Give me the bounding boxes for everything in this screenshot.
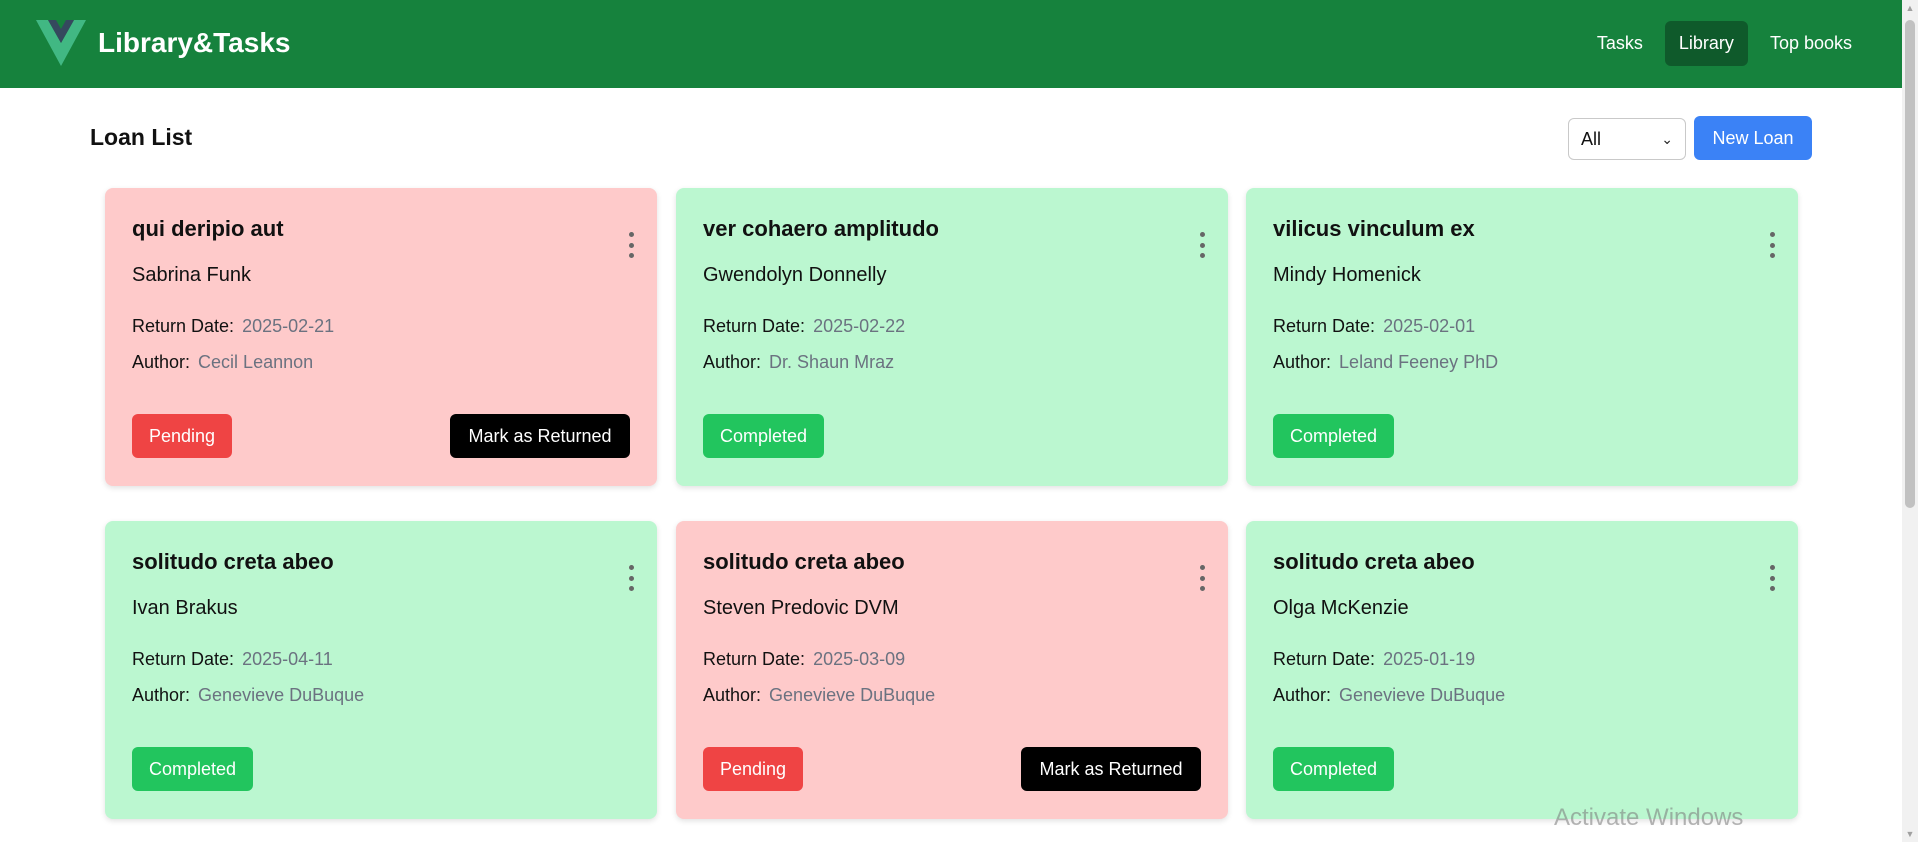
more-options-icon[interactable] (627, 565, 635, 591)
return-date-value: 2025-02-21 (242, 316, 335, 336)
loan-title: solitudo creta abeo (132, 549, 334, 574)
return-date-row: Return Date: 2025-03-09 (703, 649, 905, 670)
return-date-label: Return Date: (703, 316, 806, 336)
return-date-row: Return Date: 2025-04-11 (132, 649, 333, 670)
return-date-row: Return Date: 2025-02-01 (1273, 316, 1475, 337)
activate-windows-watermark: Activate Windows (1554, 804, 1744, 831)
loan-borrower: Steven Predovic DVM (703, 597, 899, 619)
top-navbar: Library&Tasks Tasks Library Top books (0, 0, 1902, 88)
return-date-label: Return Date: (132, 316, 235, 336)
author-label: Author: (703, 685, 762, 705)
new-loan-button[interactable]: New Loan (1694, 116, 1812, 160)
return-date-label: Return Date: (132, 649, 235, 669)
mark-returned-button[interactable]: Mark as Returned (450, 414, 630, 458)
loan-borrower: Olga McKenzie (1273, 597, 1409, 619)
author-value: Cecil Leannon (198, 352, 314, 372)
loan-card: vilicus vinculum ex Mindy Homenick Retur… (1246, 188, 1798, 486)
nav-links: Tasks Library Top books (1583, 21, 1866, 66)
loan-borrower: Sabrina Funk (132, 264, 251, 286)
author-row: Author: Genevieve DuBuque (1273, 685, 1505, 706)
status-badge: Completed (703, 414, 825, 458)
status-filter-select[interactable]: All ⌄ (1568, 118, 1686, 160)
status-badge: Completed (1273, 747, 1395, 791)
page-title: Loan List (90, 124, 193, 150)
author-label: Author: (1273, 685, 1332, 705)
loan-card: ver cohaero amplitudo Gwendolyn Donnelly… (676, 188, 1228, 486)
return-date-row: Return Date: 2025-02-21 (132, 316, 334, 337)
loan-title: solitudo creta abeo (703, 549, 905, 574)
more-options-icon[interactable] (1198, 565, 1206, 591)
return-date-value: 2025-02-22 (813, 316, 906, 336)
nav-tasks[interactable]: Tasks (1583, 21, 1657, 66)
author-value: Leland Feeney PhD (1339, 352, 1499, 372)
vue-logo-icon (36, 20, 86, 66)
return-date-value: 2025-04-11 (242, 649, 333, 669)
author-row: Author: Genevieve DuBuque (132, 685, 364, 706)
loan-card: solitudo creta abeo Ivan Brakus Return D… (105, 521, 657, 819)
loan-borrower: Gwendolyn Donnelly (703, 264, 887, 286)
filter-value: All (1581, 128, 1602, 149)
scroll-down-arrow-icon[interactable]: ▼ (1902, 826, 1918, 842)
return-date-value: 2025-01-19 (1383, 649, 1476, 669)
loan-title: qui deripio aut (132, 216, 284, 241)
loan-card: solitudo creta abeo Steven Predovic DVM … (676, 521, 1228, 819)
return-date-label: Return Date: (1273, 316, 1376, 336)
author-label: Author: (703, 352, 762, 372)
more-options-icon[interactable] (1768, 232, 1776, 258)
author-row: Author: Dr. Shaun Mraz (703, 352, 894, 373)
status-badge: Pending (132, 414, 233, 458)
loan-title: vilicus vinculum ex (1273, 216, 1475, 241)
author-value: Genevieve DuBuque (769, 685, 936, 705)
more-options-icon[interactable] (627, 232, 635, 258)
loan-title: ver cohaero amplitudo (703, 216, 939, 241)
author-row: Author: Leland Feeney PhD (1273, 352, 1498, 373)
author-label: Author: (1273, 352, 1332, 372)
return-date-row: Return Date: 2025-01-19 (1273, 649, 1475, 670)
mark-returned-button[interactable]: Mark as Returned (1021, 747, 1201, 791)
loan-borrower: Mindy Homenick (1273, 264, 1421, 286)
loan-title: solitudo creta abeo (1273, 549, 1475, 574)
more-options-icon[interactable] (1768, 565, 1776, 591)
status-badge: Completed (132, 747, 254, 791)
author-value: Dr. Shaun Mraz (769, 352, 895, 372)
return-date-value: 2025-03-09 (813, 649, 906, 669)
brand[interactable]: Library&Tasks (36, 20, 290, 66)
loan-card: qui deripio aut Sabrina Funk Return Date… (105, 188, 657, 486)
page-header: Loan List All ⌄ New Loan (90, 116, 1812, 162)
scroll-up-arrow-icon[interactable]: ▲ (1902, 0, 1918, 16)
status-badge: Pending (703, 747, 804, 791)
status-badge: Completed (1273, 414, 1395, 458)
author-value: Genevieve DuBuque (1339, 685, 1506, 705)
brand-name: Library&Tasks (98, 27, 291, 58)
chevron-down-icon: ⌄ (1661, 130, 1673, 147)
return-date-row: Return Date: 2025-02-22 (703, 316, 905, 337)
author-row: Author: Genevieve DuBuque (703, 685, 935, 706)
nav-top-books[interactable]: Top books (1756, 21, 1866, 66)
author-row: Author: Cecil Leannon (132, 352, 313, 373)
author-value: Genevieve DuBuque (198, 685, 365, 705)
loan-borrower: Ivan Brakus (132, 597, 238, 619)
scrollbar-thumb[interactable] (1905, 20, 1915, 508)
loan-card: solitudo creta abeo Olga McKenzie Return… (1246, 521, 1798, 819)
return-date-label: Return Date: (1273, 649, 1376, 669)
return-date-value: 2025-02-01 (1383, 316, 1476, 336)
more-options-icon[interactable] (1198, 232, 1206, 258)
return-date-label: Return Date: (703, 649, 806, 669)
author-label: Author: (132, 352, 191, 372)
scrollbar[interactable]: ▲ ▼ (1902, 0, 1918, 842)
nav-library[interactable]: Library (1664, 21, 1748, 66)
author-label: Author: (132, 685, 191, 705)
